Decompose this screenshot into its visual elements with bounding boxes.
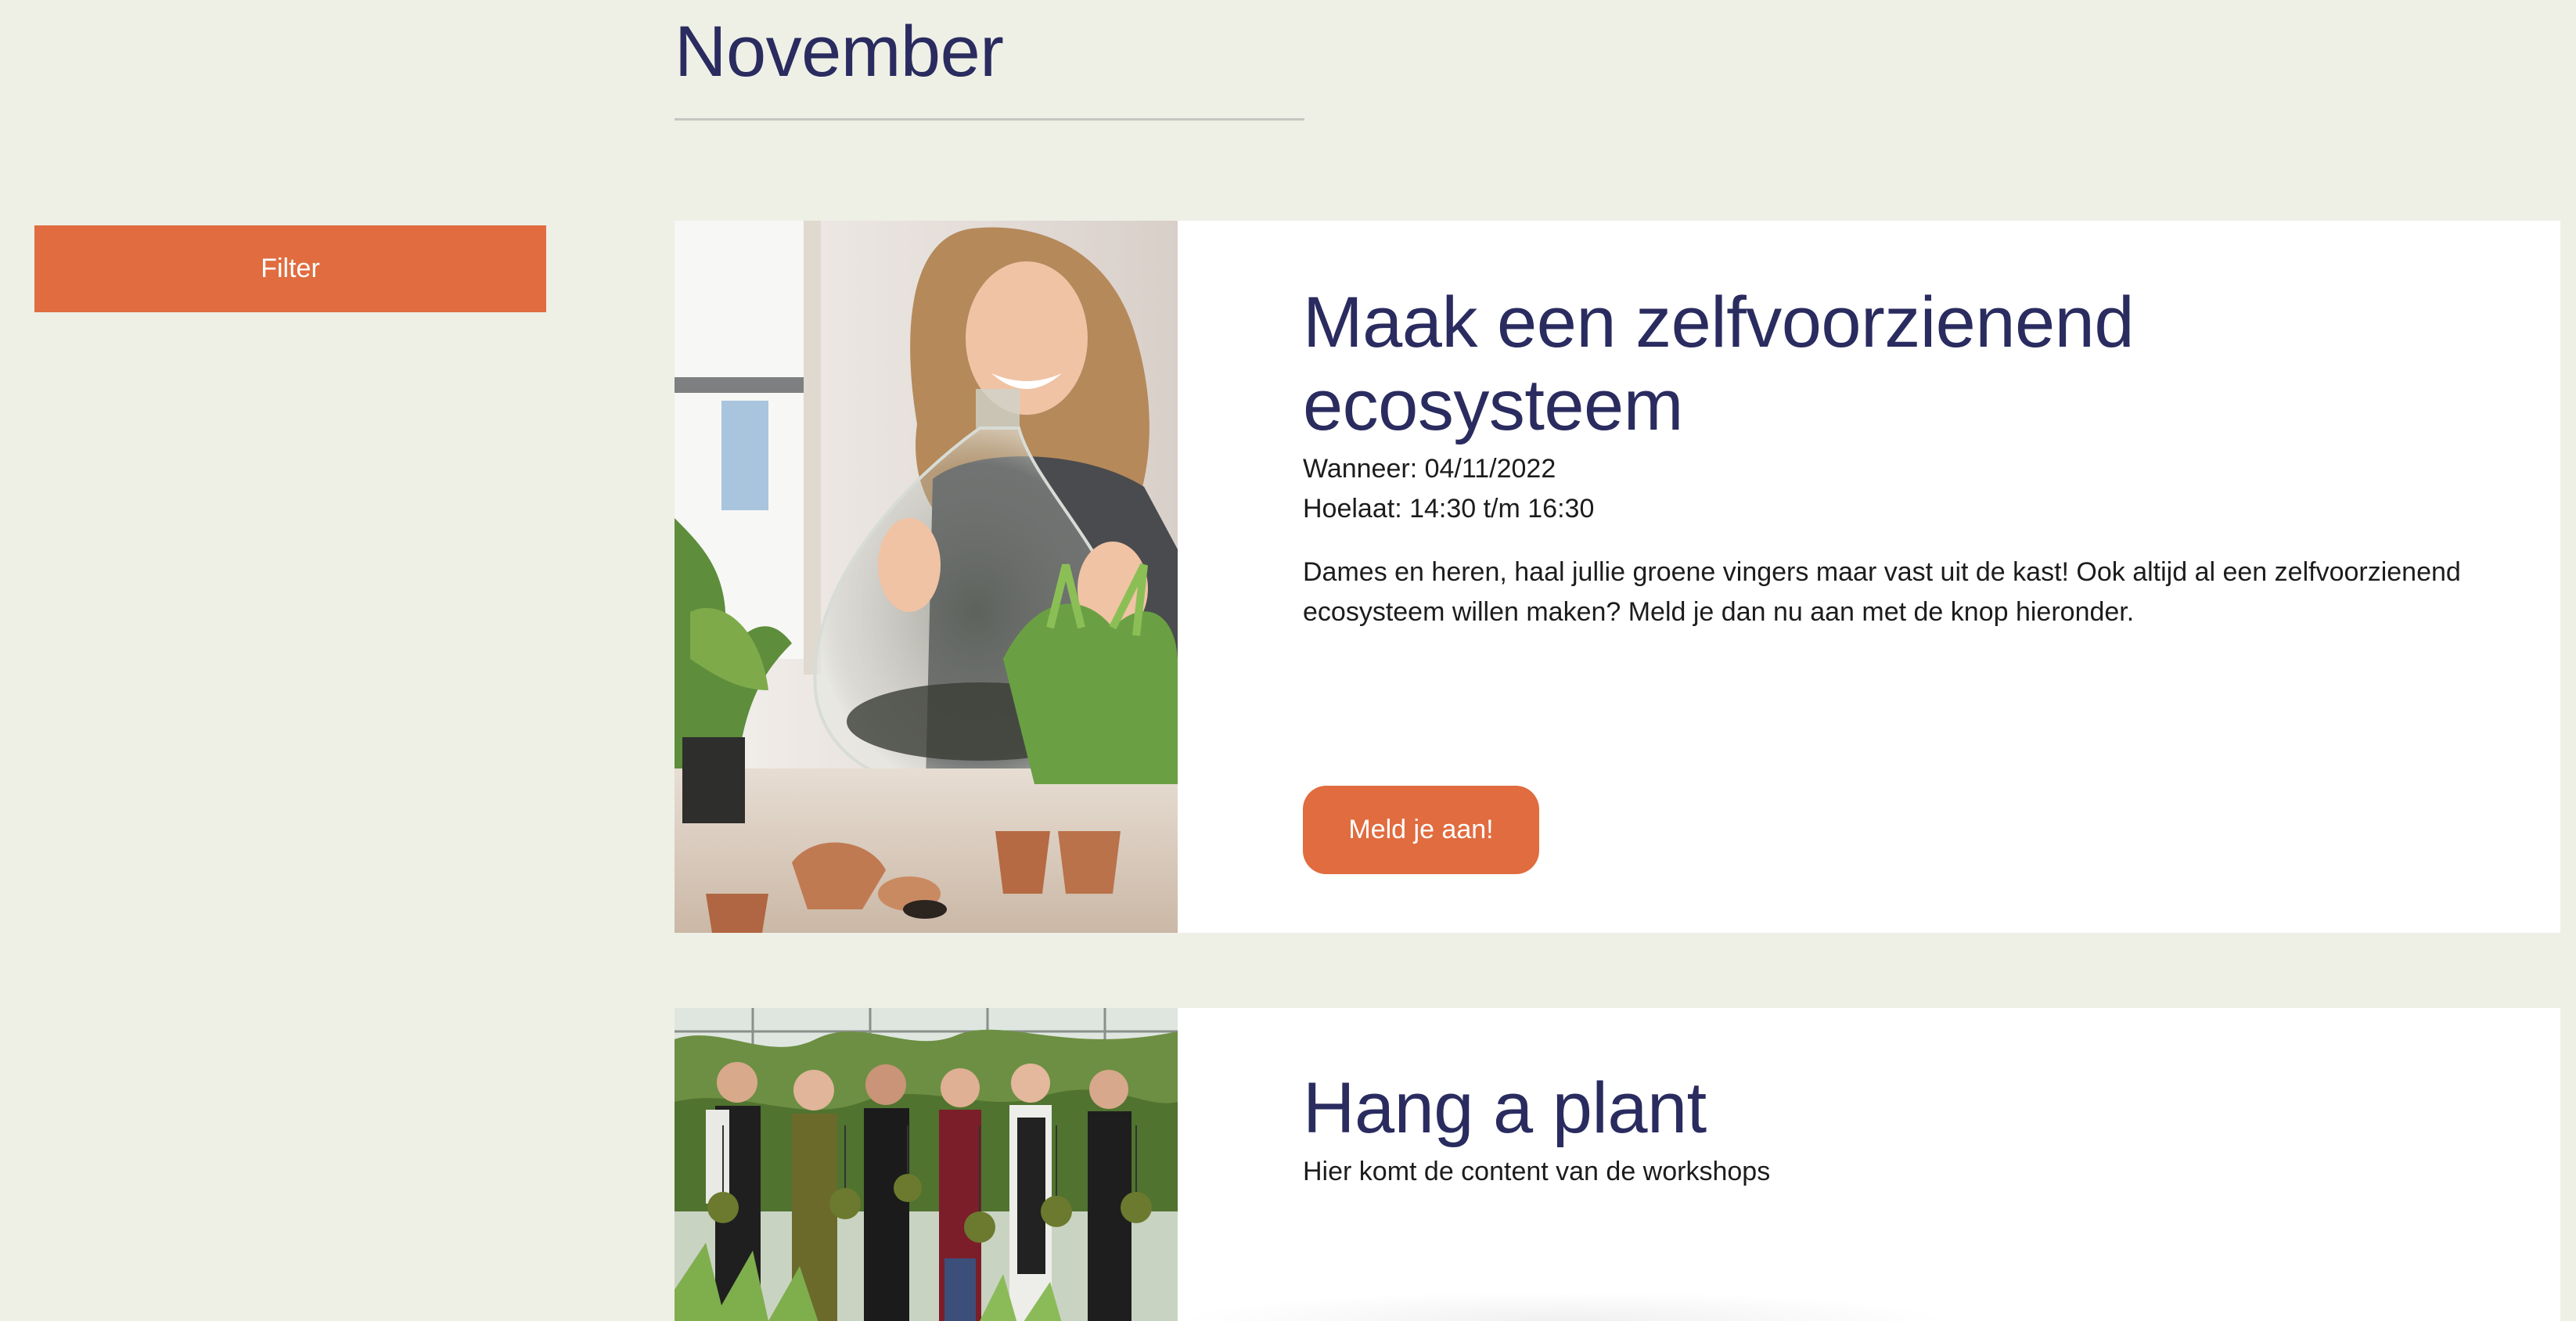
event-time: Hoelaat: 14:30 t/m 16:30 [1303,493,1595,524]
scroll-shadow [1174,1291,1956,1321]
event-description: Dames en heren, haal jullie groene vinge… [1303,556,2461,627]
event-content: Hang a plant Hier komt de content van de… [1303,1008,2482,1192]
event-card: Maak een zelfvoorzienend ecosysteem Wann… [675,221,2560,933]
month-title: November [675,12,1004,92]
month-divider [675,118,1304,121]
event-image-hang-a-plant [675,1008,1178,1321]
woman-with-terrarium-photo [675,221,1178,933]
filter-button[interactable]: Filter [34,225,546,312]
event-description: Hier komt de content van de workshops [1303,1156,1771,1186]
signup-button[interactable]: Meld je aan! [1303,786,1539,874]
event-title: Hang a plant [1303,1068,1707,1148]
event-content: Maak een zelfvoorzienend ecosysteem Wann… [1303,221,2482,632]
event-date: Wanneer: 04/11/2022 [1303,453,1556,484]
event-meta: Wanneer: 04/11/2022 Hoelaat: 14:30 t/m 1… [1303,449,2482,529]
event-image-terrarium [675,221,1178,933]
event-title: Maak een zelfvoorzienend ecosysteem [1303,283,2135,445]
group-with-hanging-plants-photo [675,1008,1178,1321]
event-card: Hang a plant Hier komt de content van de… [675,1008,2560,1321]
page: November Filter Maak een zelfvoorzienend… [0,0,2576,1321]
